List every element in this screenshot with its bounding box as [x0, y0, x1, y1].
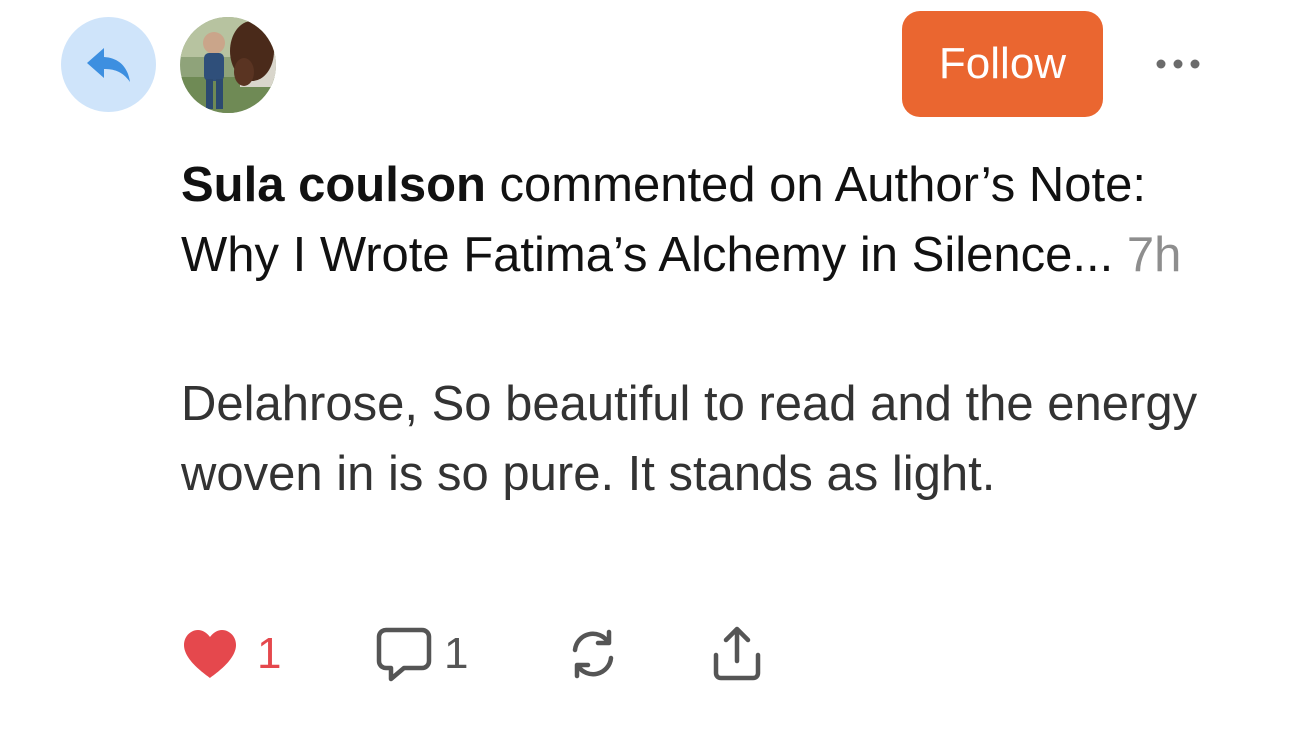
timestamp: 7h: [1126, 228, 1182, 282]
follow-button[interactable]: Follow: [902, 11, 1103, 117]
activity-headline: Sula coulson commented on Author’s Note:…: [181, 150, 1221, 290]
comment-count: 1: [444, 629, 469, 678]
action-text: commented on: [485, 158, 835, 212]
restack-button[interactable]: [565, 622, 621, 686]
reply-badge: [61, 17, 156, 112]
refresh-icon: [572, 629, 614, 679]
user-avatar-photo: [180, 17, 276, 113]
avatar[interactable]: [180, 17, 276, 113]
like-button[interactable]: 1: [181, 622, 281, 686]
heart-filled-icon: [184, 630, 236, 678]
share-button[interactable]: [709, 622, 765, 686]
share-icon: [713, 626, 761, 681]
author-name[interactable]: Sula coulson: [181, 158, 486, 212]
speech-bubble-icon: [376, 627, 432, 682]
like-count: 1: [257, 629, 282, 678]
comment-text[interactable]: Delahrose, So beautiful to read and the …: [181, 369, 1241, 509]
comment-button[interactable]: 1: [374, 622, 468, 686]
more-options-button[interactable]: [1148, 44, 1208, 84]
reply-arrow-icon: [86, 47, 130, 82]
ellipsis-icon: [1156, 59, 1200, 69]
